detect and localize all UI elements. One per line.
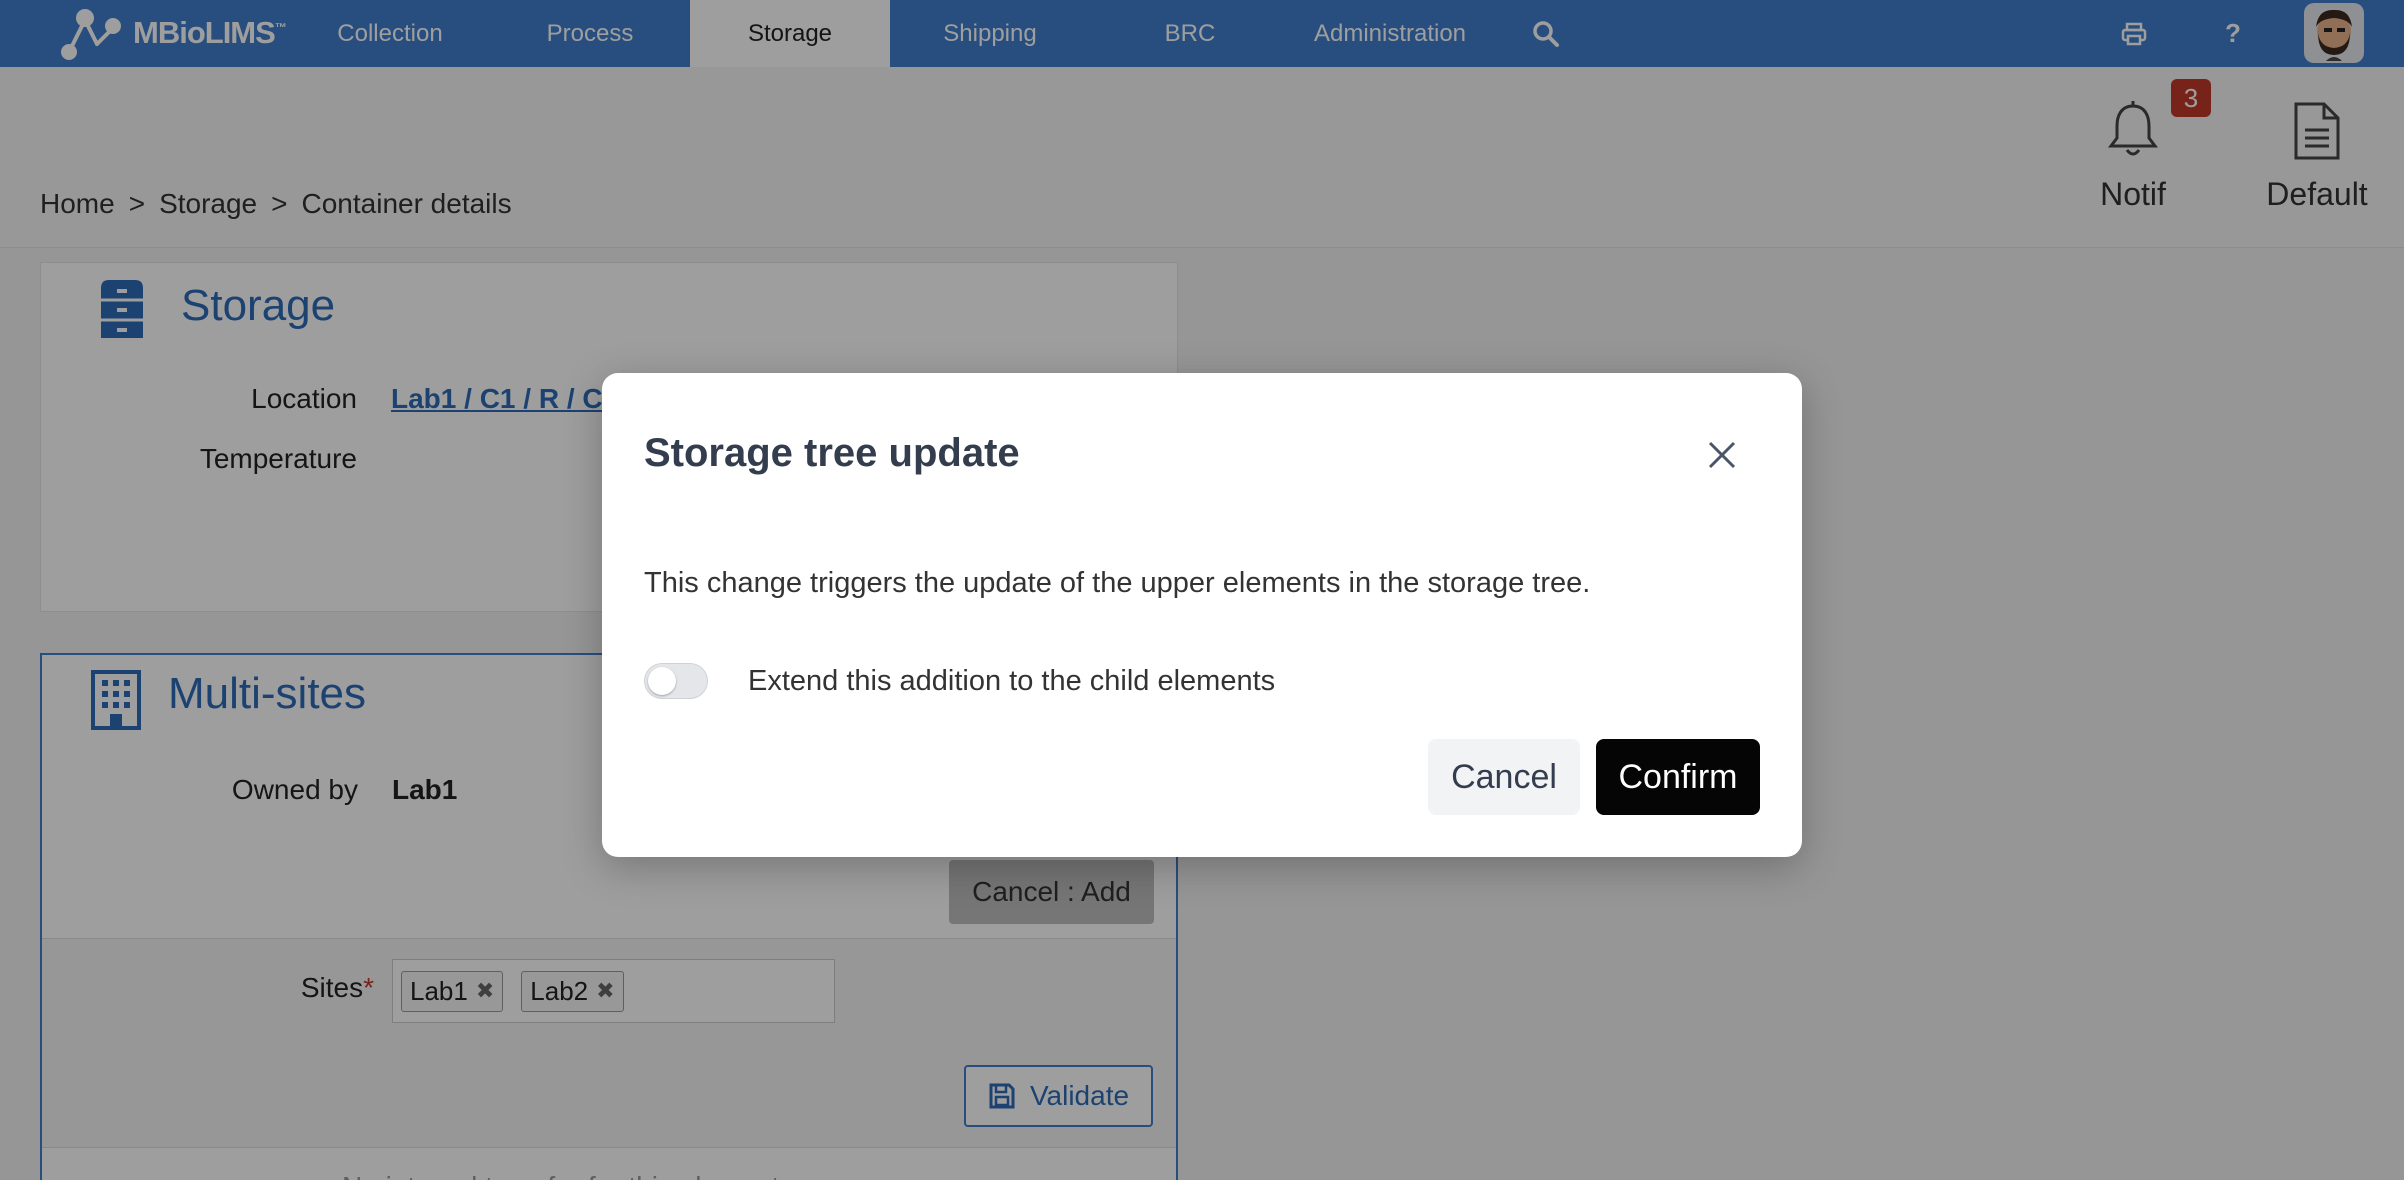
dialog-message: This change triggers the update of the u… (644, 567, 1591, 599)
dialog-title: Storage tree update (644, 431, 1020, 475)
extend-to-children-toggle[interactable] (644, 663, 708, 699)
toggle-knob (648, 667, 676, 695)
extend-to-children-label[interactable]: Extend this addition to the child elemen… (748, 663, 1275, 699)
close-icon[interactable] (1702, 435, 1742, 475)
cancel-button[interactable]: Cancel (1428, 739, 1580, 815)
confirm-button[interactable]: Confirm (1596, 739, 1760, 815)
storage-tree-update-dialog: Storage tree update This change triggers… (602, 373, 1802, 857)
